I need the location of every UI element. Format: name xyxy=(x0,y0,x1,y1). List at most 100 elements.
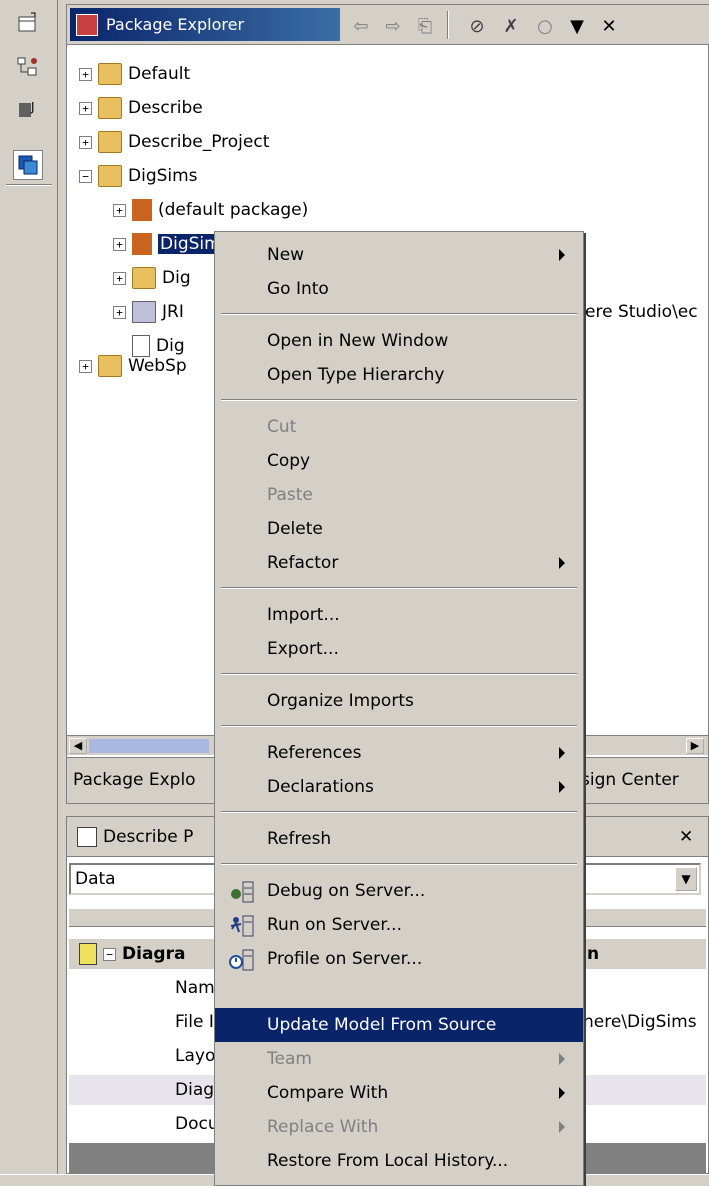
menu-item-team[interactable]: Team xyxy=(215,1042,583,1076)
menu-item-organize-imports[interactable]: Organize Imports xyxy=(215,684,583,718)
menu-item-import[interactable]: Import... xyxy=(215,598,583,632)
active-perspective-icon[interactable] xyxy=(13,150,43,180)
view-title: Describe P xyxy=(103,826,194,847)
submenu-arrow-icon xyxy=(559,1053,565,1065)
menu-item-refresh[interactable]: Refresh xyxy=(215,822,583,856)
scroll-left-icon[interactable]: ◀ xyxy=(69,738,87,754)
menu-label: References xyxy=(267,743,362,763)
expand-icon[interactable]: + xyxy=(113,305,126,319)
expand-icon[interactable]: + xyxy=(113,237,126,251)
menu-item-paste[interactable]: Paste xyxy=(215,478,583,512)
scroll-right-icon[interactable]: ▶ xyxy=(686,738,704,754)
row-label: Diagra xyxy=(122,944,186,964)
tree-label: Default xyxy=(128,64,191,84)
submenu-arrow-icon xyxy=(559,1087,565,1099)
lock-icon xyxy=(79,943,97,965)
perspective-bar: J xyxy=(0,0,58,1174)
menu-item-references[interactable]: References xyxy=(215,736,583,770)
menu-label: Paste xyxy=(267,485,313,505)
design-center-tab[interactable]: sign Center xyxy=(581,770,679,790)
menu-item-cut[interactable]: Cut xyxy=(215,410,583,444)
expand-icon[interactable]: + xyxy=(79,67,92,81)
tree-row-describe-project[interactable]: + Describe_Project xyxy=(79,127,269,157)
menu-item-open-new-window[interactable]: Open in New Window xyxy=(215,324,583,358)
hierarchy-perspective-icon[interactable] xyxy=(13,52,43,82)
link-icon[interactable]: ○ xyxy=(533,14,557,38)
menu-label: Import... xyxy=(267,605,340,625)
submenu-arrow-icon xyxy=(559,781,565,793)
scroll-thumb[interactable] xyxy=(89,739,209,753)
tree-label: Dig xyxy=(162,268,191,288)
package-explorer-tab[interactable]: Package Explorer xyxy=(70,8,340,41)
folder-icon xyxy=(132,267,156,289)
menu-label: Refresh xyxy=(267,829,332,849)
menu-item-go-into[interactable]: Go Into xyxy=(215,272,583,306)
row-value: nere\DigSims xyxy=(583,1012,697,1032)
tree-row-websphere[interactable]: + WebSp xyxy=(79,351,187,381)
close-icon[interactable]: ✕ xyxy=(679,827,693,847)
collapse-icon[interactable]: − xyxy=(103,947,116,961)
chevron-down-icon[interactable]: ▼ xyxy=(675,867,697,891)
menu-item-delete[interactable]: Delete xyxy=(215,512,583,546)
submenu-arrow-icon xyxy=(559,1121,565,1133)
menu-item-run-on-server[interactable]: Run on Server... xyxy=(215,908,583,942)
menu-label: Cut xyxy=(267,417,297,437)
menu-separator xyxy=(221,725,577,727)
collapse-icon[interactable]: − xyxy=(79,169,92,183)
filter-icon[interactable]: ⊘ xyxy=(465,14,489,38)
menu-item-refactor[interactable]: Refactor xyxy=(215,546,583,580)
forward-icon[interactable]: ⇨ xyxy=(381,14,405,38)
view-menu-icon[interactable]: ▼ xyxy=(565,14,589,38)
expand-icon[interactable]: + xyxy=(79,135,92,149)
submenu-arrow-icon xyxy=(559,557,565,569)
jre-path-text: ere Studio\ec xyxy=(585,302,698,322)
java-perspective-icon[interactable]: J xyxy=(13,94,43,124)
menu-item-new[interactable]: New xyxy=(215,238,583,272)
menu-item-compare-with[interactable]: Compare With xyxy=(215,1076,583,1110)
tree-label: Describe xyxy=(128,98,203,118)
tree-row-default[interactable]: + Default xyxy=(79,59,190,89)
menu-item-update-model[interactable]: Update Model From Source xyxy=(215,1008,583,1042)
tree-label: DigSims xyxy=(128,166,198,186)
menu-item-open-type-hierarchy[interactable]: Open Type Hierarchy xyxy=(215,358,583,392)
tree-label: WebSp xyxy=(128,356,187,376)
menu-item-debug-on-server[interactable]: Debug on Server... xyxy=(215,874,583,908)
tree-row-dig-folder[interactable]: + Dig xyxy=(113,263,191,293)
run-server-icon xyxy=(227,912,257,938)
java-project-icon xyxy=(98,165,122,187)
menu-item-declarations[interactable]: Declarations xyxy=(215,770,583,804)
row-value: n xyxy=(587,944,600,964)
hide-static-icon[interactable]: ✗ xyxy=(499,14,523,38)
back-icon[interactable]: ⇦ xyxy=(349,14,373,38)
menu-item-copy[interactable]: Copy xyxy=(215,444,583,478)
view-title: Package Explorer xyxy=(106,15,245,34)
tree-label: Describe_Project xyxy=(128,132,270,152)
menu-label: Debug on Server... xyxy=(267,881,426,901)
tree-row-digsim[interactable]: + DigSim xyxy=(113,229,223,259)
tree-row-describe[interactable]: + Describe xyxy=(79,93,203,123)
menu-item-export[interactable]: Export... xyxy=(215,632,583,666)
tree-row-default-package[interactable]: + (default package) xyxy=(113,195,308,225)
expand-icon[interactable]: + xyxy=(79,359,92,373)
up-icon[interactable]: ⎗ xyxy=(413,14,437,38)
expand-icon[interactable]: + xyxy=(79,101,92,115)
expand-icon[interactable]: + xyxy=(113,203,126,217)
tree-label: (default package) xyxy=(158,200,309,220)
library-icon xyxy=(132,301,156,323)
menu-label: Open in New Window xyxy=(267,331,449,351)
tree-row-jre[interactable]: + JRI xyxy=(113,297,184,327)
close-icon[interactable]: ✕ xyxy=(597,14,621,38)
menu-item-profile-on-server[interactable]: Profile on Server... xyxy=(215,942,583,976)
java-project-icon xyxy=(98,63,122,85)
menu-item-replace-with[interactable]: Replace With xyxy=(215,1110,583,1144)
expand-icon[interactable]: + xyxy=(113,271,126,285)
tree-row-digsims[interactable]: − DigSims xyxy=(79,161,198,191)
open-perspective-icon[interactable] xyxy=(13,8,43,38)
profile-server-icon xyxy=(227,946,257,972)
context-menu: New Go Into Open in New Window Open Type… xyxy=(214,231,584,1186)
package-icon xyxy=(132,199,152,221)
perspective-separator xyxy=(6,184,52,186)
combo-value: Data xyxy=(75,869,116,889)
package-explorer-bottom-tab[interactable]: Package Explo xyxy=(73,770,196,790)
menu-item-restore-history[interactable]: Restore From Local History... xyxy=(215,1144,583,1178)
